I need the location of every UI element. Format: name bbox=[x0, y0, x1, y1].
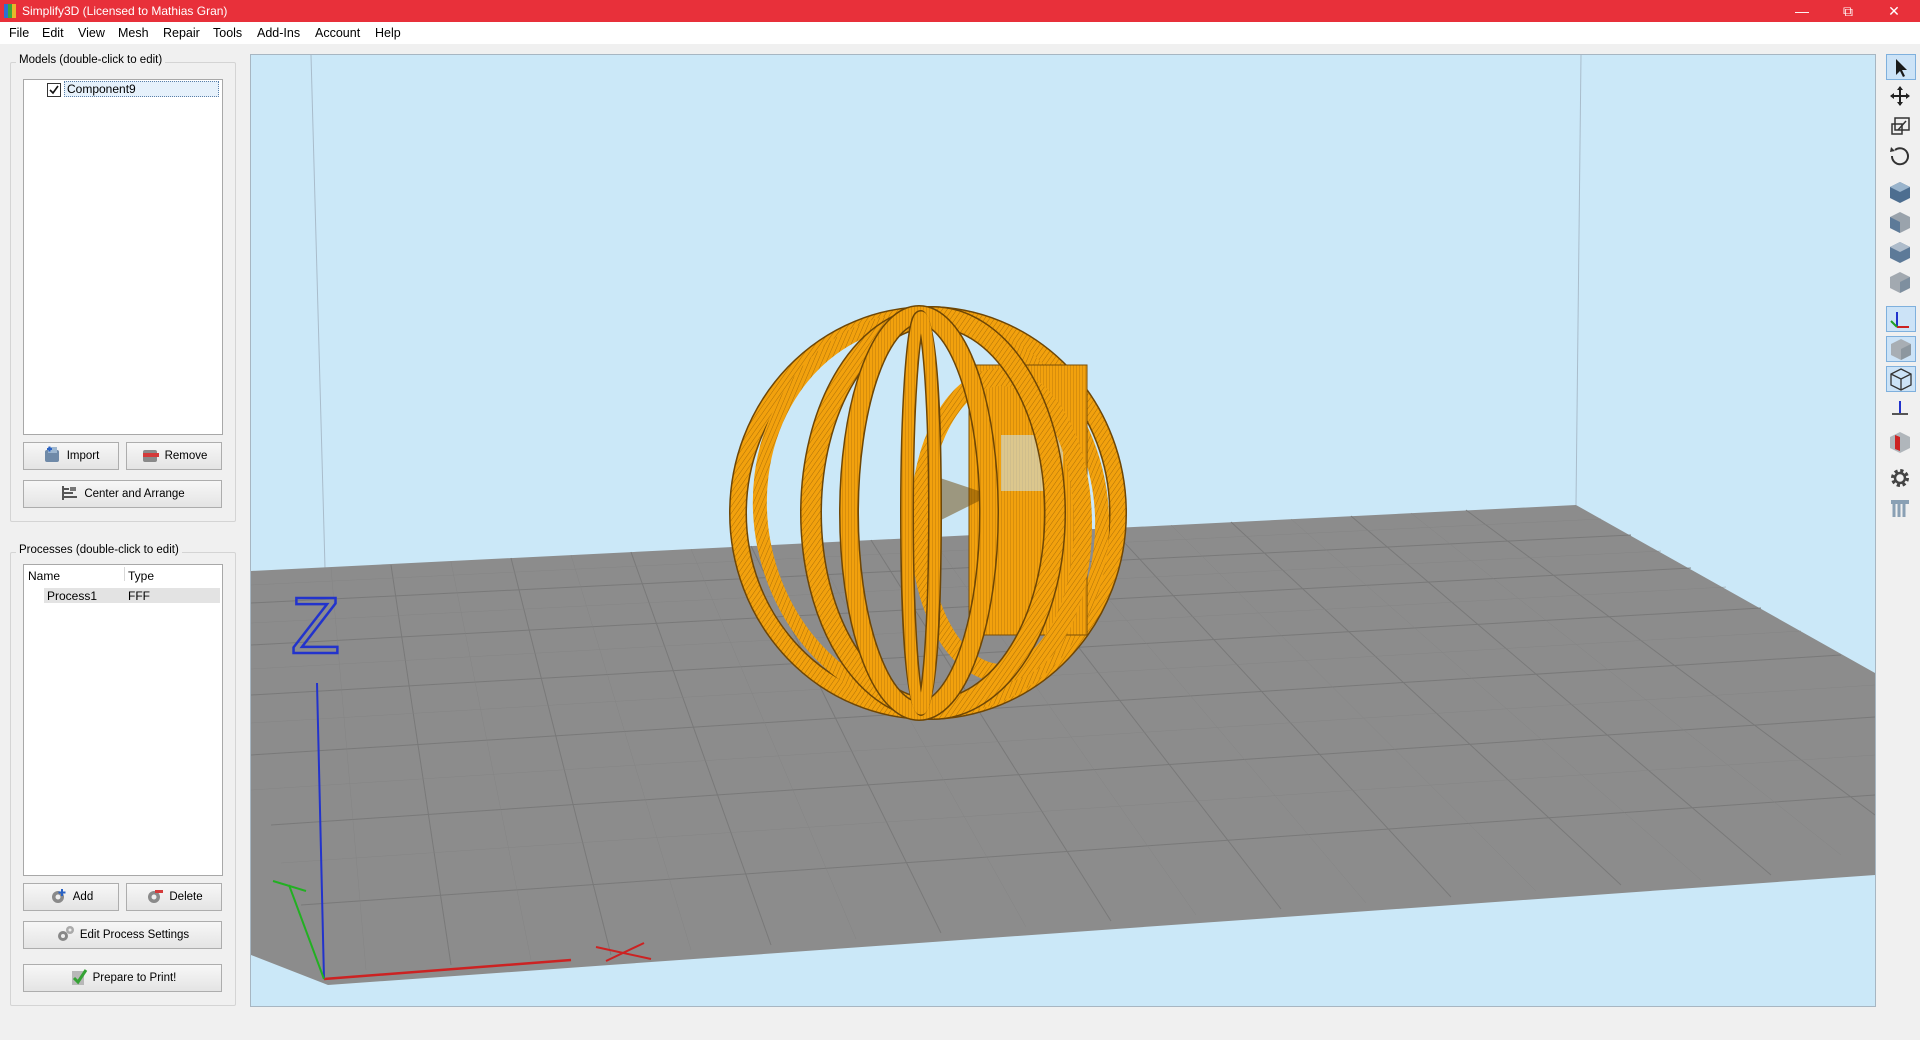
process-gear-icon bbox=[56, 924, 76, 944]
delete-process-icon bbox=[145, 886, 165, 906]
wireframe-view-icon[interactable] bbox=[1886, 366, 1916, 392]
scene-canvas: Z bbox=[251, 55, 1875, 985]
remove-label: Remove bbox=[164, 450, 208, 462]
menu-help[interactable]: Help bbox=[375, 26, 401, 40]
arrange-icon bbox=[60, 483, 80, 503]
process-name-cell: Process1 bbox=[47, 589, 98, 603]
processes-table[interactable]: Name Type Process1 FFF bbox=[23, 564, 223, 876]
move-icon[interactable] bbox=[1886, 84, 1916, 110]
settings-gear-icon[interactable] bbox=[1886, 466, 1916, 492]
axes-small-icon[interactable] bbox=[1886, 396, 1916, 422]
model-checkbox[interactable] bbox=[47, 83, 61, 97]
menu-bar: File Edit View Mesh Repair Tools Add-Ins… bbox=[0, 22, 1920, 44]
remove-icon bbox=[141, 445, 161, 465]
3d-viewport[interactable]: Z bbox=[250, 54, 1876, 1007]
import-button[interactable]: Import bbox=[23, 442, 119, 470]
add-process-icon bbox=[49, 886, 69, 906]
delete-label: Delete bbox=[169, 891, 203, 903]
add-process-button[interactable]: Add bbox=[23, 883, 119, 911]
checkmark-icon bbox=[49, 85, 59, 95]
close-icon[interactable]: ✕ bbox=[1872, 0, 1916, 22]
solid-view-icon[interactable] bbox=[1886, 336, 1916, 362]
delete-process-button[interactable]: Delete bbox=[126, 883, 222, 911]
window-title: Simplify3D (Licensed to Mathias Gran) bbox=[22, 4, 228, 18]
menu-repair[interactable]: Repair bbox=[163, 26, 200, 40]
column-divider bbox=[124, 567, 125, 581]
volume-edge-left bbox=[310, 55, 326, 569]
models-group-title: Models (double-click to edit) bbox=[16, 54, 166, 66]
edit-process-label: Edit Process Settings bbox=[79, 929, 190, 941]
window-title-bar: Simplify3D (Licensed to Mathias Gran) — … bbox=[0, 0, 1920, 22]
view-iso-icon[interactable] bbox=[1886, 180, 1916, 206]
restore-icon[interactable]: ⧉ bbox=[1826, 0, 1870, 22]
rotate-icon[interactable] bbox=[1886, 144, 1916, 170]
menu-add-ins[interactable]: Add-Ins bbox=[257, 26, 300, 40]
menu-mesh[interactable]: Mesh bbox=[118, 26, 149, 40]
processes-group-title: Processes (double-click to edit) bbox=[16, 544, 182, 556]
minimize-icon[interactable]: — bbox=[1780, 0, 1824, 22]
app-logo-icon bbox=[4, 4, 16, 18]
view-top-icon[interactable] bbox=[1886, 240, 1916, 266]
select-arrow-icon[interactable] bbox=[1886, 54, 1916, 80]
column-header-type[interactable]: Type bbox=[128, 569, 154, 583]
axes-toggle-icon[interactable] bbox=[1886, 306, 1916, 332]
edit-process-settings-button[interactable]: Edit Process Settings bbox=[23, 921, 222, 949]
cross-section-icon[interactable] bbox=[1886, 430, 1916, 456]
model-list-item[interactable]: Component9 bbox=[64, 81, 219, 97]
menu-view[interactable]: View bbox=[78, 26, 105, 40]
import-label: Import bbox=[66, 450, 100, 462]
column-header-name[interactable]: Name bbox=[28, 569, 60, 583]
view-front-icon[interactable] bbox=[1886, 210, 1916, 236]
menu-edit[interactable]: Edit bbox=[42, 26, 64, 40]
process-type-cell: FFF bbox=[128, 589, 150, 603]
menu-account[interactable]: Account bbox=[315, 26, 360, 40]
add-label: Add bbox=[72, 891, 94, 903]
menu-tools[interactable]: Tools bbox=[213, 26, 242, 40]
import-icon bbox=[43, 445, 63, 465]
prepare-to-print-button[interactable]: Prepare to Print! bbox=[23, 964, 222, 992]
view-toolbar bbox=[1884, 52, 1920, 532]
table-row[interactable]: Process1 FFF bbox=[44, 588, 220, 603]
prepare-print-icon bbox=[69, 967, 89, 987]
volume-edge-right bbox=[1575, 55, 1582, 506]
center-and-arrange-button[interactable]: Center and Arrange bbox=[23, 480, 222, 508]
view-side-icon[interactable] bbox=[1886, 270, 1916, 296]
center-arrange-label: Center and Arrange bbox=[84, 488, 185, 500]
supports-icon[interactable] bbox=[1886, 496, 1916, 522]
scale-icon[interactable] bbox=[1886, 114, 1916, 140]
models-list[interactable]: Component9 bbox=[23, 79, 223, 435]
remove-button[interactable]: Remove bbox=[126, 442, 222, 470]
menu-file[interactable]: File bbox=[9, 26, 29, 40]
z-axis-label: Z bbox=[291, 581, 340, 670]
prepare-label: Prepare to Print! bbox=[92, 972, 177, 984]
